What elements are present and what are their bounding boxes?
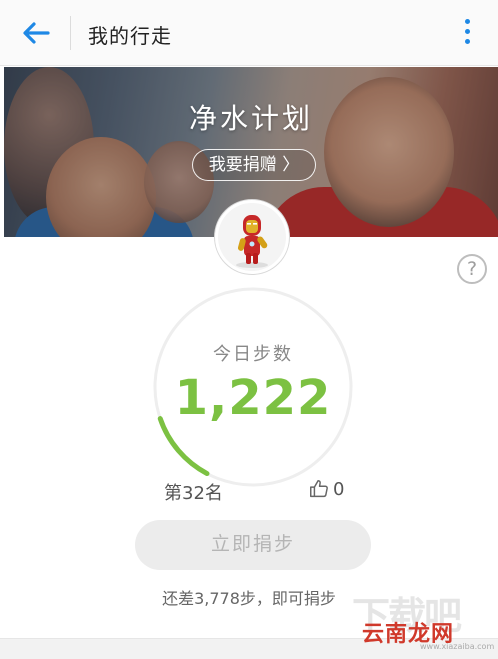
arrow-left-icon: [23, 22, 50, 44]
steps-value: 1,222: [174, 370, 332, 426]
steps-label: 今日步数: [213, 344, 293, 365]
more-options-button[interactable]: [460, 16, 474, 50]
like-button[interactable]: 0: [308, 478, 344, 502]
page-title: 我的行走: [88, 24, 172, 48]
more-vertical-icon: [464, 19, 470, 24]
watermark-url: www.xiazaiba.com: [420, 642, 495, 651]
back-button[interactable]: [14, 14, 58, 52]
campaign-title: 净水计划: [188, 102, 313, 135]
rank-text: 第32名: [164, 483, 223, 504]
thumbs-up-icon: [310, 480, 328, 498]
app-bar: 我的行走: [0, 0, 498, 66]
like-count: 0: [333, 478, 345, 500]
donate-button[interactable]: 我要捐赠 〉: [192, 149, 316, 181]
avatar[interactable]: [215, 200, 289, 274]
help-button[interactable]: ?: [457, 254, 487, 284]
donate-steps-button[interactable]: 立即捐步: [135, 520, 371, 570]
iron-man-avatar: [218, 203, 286, 271]
header-divider: [70, 16, 71, 50]
